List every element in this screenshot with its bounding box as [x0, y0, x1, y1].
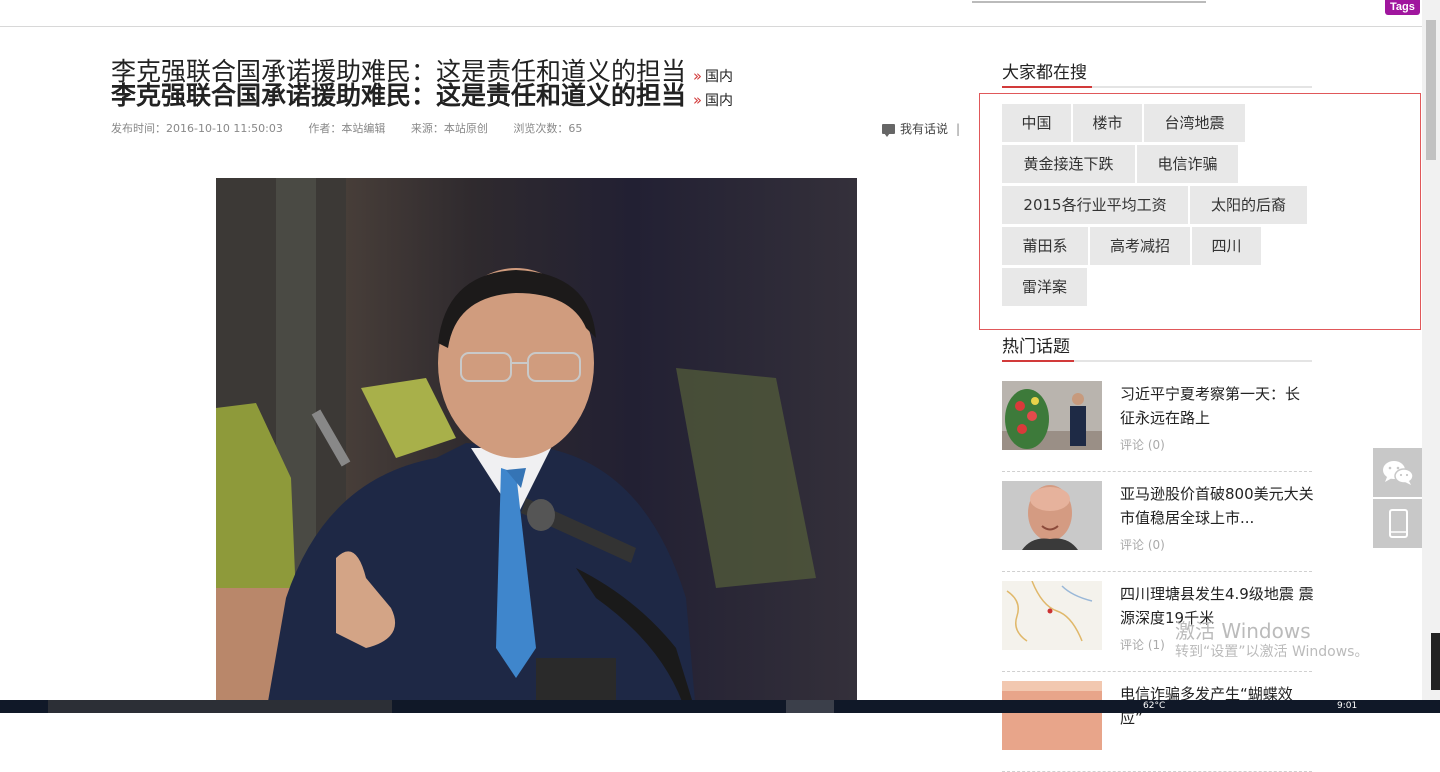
divider: | [956, 122, 961, 136]
article-title-bold: 李克强联合国承诺援助难民：这是责任和道义的担当 [111, 81, 687, 110]
hot-search-title: 大家都在搜 [1002, 63, 1087, 83]
hot-tag[interactable]: 雷洋案 [1002, 268, 1087, 306]
hot-tag[interactable]: 四川 [1192, 227, 1261, 265]
top-bar [0, 0, 1422, 27]
news-item[interactable]: 电信诈骗多发产生“蝴蝶效应” [1002, 681, 1312, 772]
comment-icon [882, 124, 895, 137]
mobile-icon [1389, 509, 1408, 538]
taskbar-clock[interactable]: 9:01 [1337, 701, 1357, 711]
category-label: 国内 [705, 69, 733, 85]
author: 作者：本站编辑 [308, 122, 386, 135]
scroll-edge [1431, 633, 1440, 690]
article-meta: 发布时间：2016-10-10 11:50:03 作者：本站编辑 来源：本站原创… [111, 120, 604, 136]
category-link[interactable]: ›› 国内 [693, 66, 733, 86]
hot-tag[interactable]: 莆田系 [1002, 227, 1088, 265]
comment-link-label: 我有话说 [900, 122, 949, 136]
hot-topics-divider [1002, 360, 1312, 362]
news-thumbnail[interactable] [1002, 581, 1102, 650]
news-thumbnail[interactable] [1002, 381, 1102, 450]
publish-time: 发布时间：2016-10-10 11:50:03 [111, 122, 283, 135]
news-comment-count: 评论 (1) [1120, 638, 1165, 652]
hot-tag[interactable]: 黄金接连下跌 [1002, 145, 1135, 183]
taskbar-active-app[interactable] [786, 700, 834, 713]
double-chevron-icon: ›› [693, 67, 702, 85]
hot-tag[interactable]: 2015各行业平均工资 [1002, 186, 1188, 224]
wechat-share-button[interactable] [1373, 448, 1423, 497]
news-item[interactable]: 习近平宁夏考察第一天：长征永远在路上 评论 (0) [1002, 381, 1312, 472]
news-thumbnail[interactable] [1002, 481, 1102, 550]
hot-tag[interactable]: 楼市 [1073, 104, 1142, 142]
article-photo-image [216, 178, 816, 713]
category-link-2[interactable]: ›› 国内 [693, 90, 733, 110]
scrollbar[interactable] [1422, 0, 1440, 700]
category-label: 国内 [705, 93, 733, 109]
double-chevron-icon: ›› [693, 91, 702, 109]
news-comment-count: 评论 (0) [1120, 438, 1165, 452]
news-headline[interactable]: 习近平宁夏考察第一天：长征永远在路上 [1120, 382, 1314, 430]
top-search-underline[interactable] [972, 0, 1206, 3]
tags-badge[interactable]: Tags [1385, 0, 1420, 15]
windows-activation-title: 激活 Windows [1175, 619, 1311, 643]
hot-tag[interactable]: 太阳的后裔 [1190, 186, 1307, 224]
hot-tag[interactable]: 台湾地震 [1144, 104, 1245, 142]
comment-link[interactable]: 我有话说 | [882, 120, 960, 137]
view-count: 浏览次数：65 [513, 122, 583, 135]
hot-search-divider [1002, 86, 1312, 88]
hot-topics-title: 热门话题 [1002, 337, 1070, 357]
source: 来源：本站原创 [410, 122, 488, 135]
hot-tag[interactable]: 高考减招 [1090, 227, 1190, 265]
news-headline[interactable]: 亚马逊股价首破800美元大关 市值稳居全球上市... [1120, 482, 1314, 530]
taskbar-search[interactable] [48, 700, 392, 713]
hot-tag[interactable]: 电信诈骗 [1137, 145, 1238, 183]
hot-tag[interactable]: 中国 [1002, 104, 1071, 142]
wechat-icon [1383, 461, 1414, 485]
windows-activation-text: 转到“设置”以激活 Windows。 [1175, 644, 1369, 660]
scrollbar-thumb[interactable] [1426, 20, 1436, 160]
news-comment-count: 评论 (0) [1120, 538, 1165, 552]
taskbar-temperature: 62°C [1143, 701, 1166, 711]
article-photo [216, 178, 857, 713]
news-thumbnail[interactable] [1002, 681, 1102, 750]
divider-accent [1002, 86, 1092, 88]
divider-accent [1002, 360, 1074, 362]
mobile-view-button[interactable] [1373, 499, 1423, 548]
taskbar: 62°C 9:01 [0, 700, 1440, 713]
news-item[interactable]: 亚马逊股价首破800美元大关 市值稳居全球上市... 评论 (0) [1002, 481, 1314, 572]
